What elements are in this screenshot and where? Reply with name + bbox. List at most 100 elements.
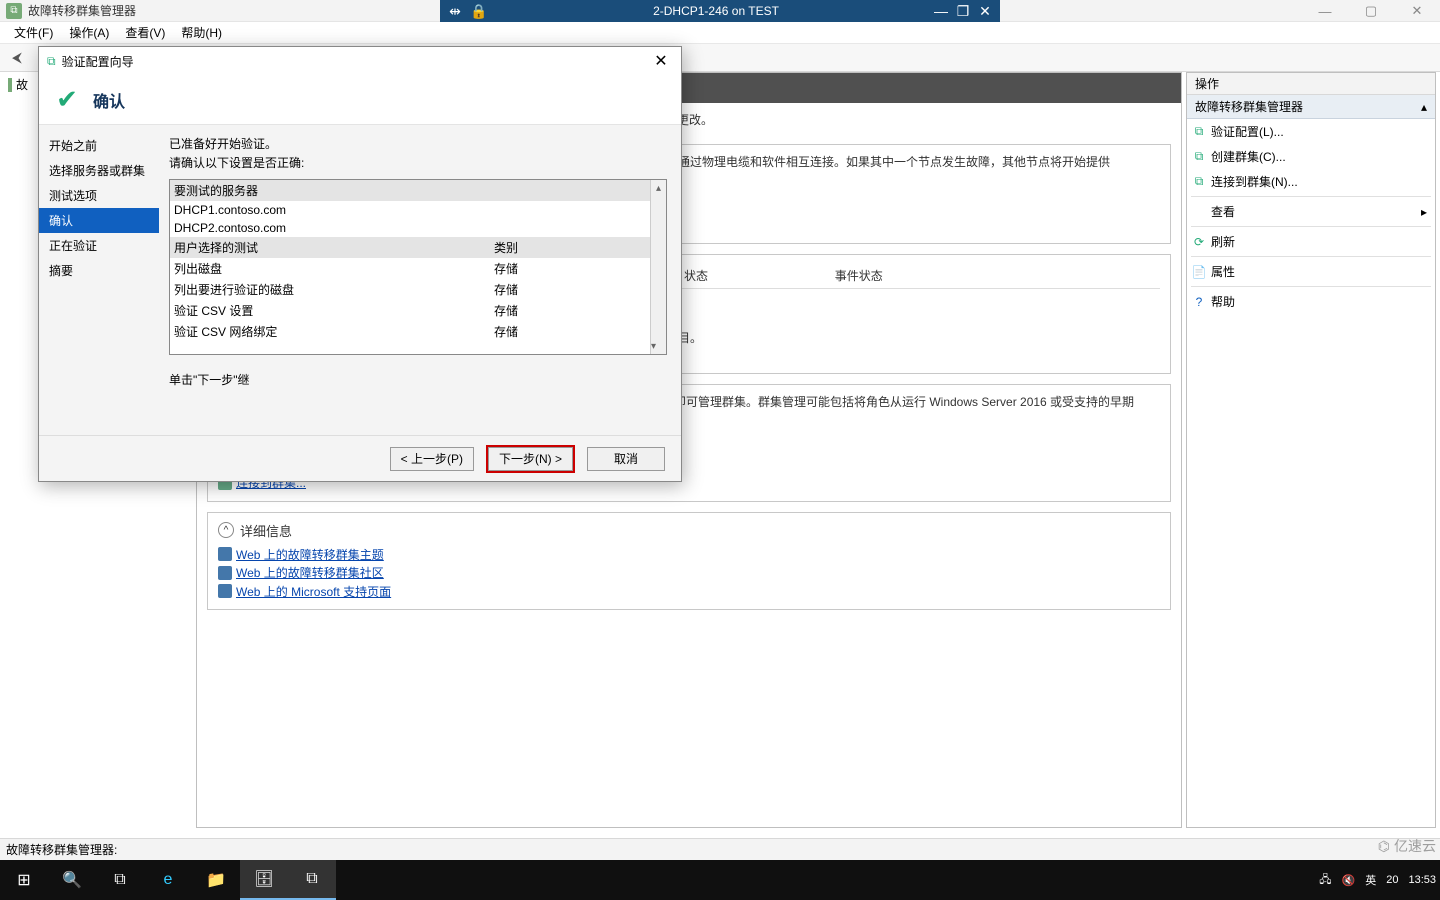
test-row: 列出要进行验证的磁盘存储 bbox=[170, 279, 650, 300]
wizard-nav: 开始之前 选择服务器或群集 测试选项 确认 正在验证 摘要 bbox=[39, 125, 159, 435]
col-event: 事件状态 bbox=[829, 263, 1080, 289]
ready-text-2: 请确认以下设置是否正确: bbox=[169, 154, 667, 171]
step-validating[interactable]: 正在验证 bbox=[39, 233, 159, 258]
menu-action[interactable]: 操作(A) bbox=[63, 22, 115, 43]
collapse-icon[interactable]: ^ bbox=[218, 522, 234, 538]
wizard-main: 已准备好开始验证。 请确认以下设置是否正确: 要测试的服务器 DHCP1.con… bbox=[159, 125, 681, 435]
back-button[interactable]: ⮜ bbox=[6, 47, 28, 69]
wizard-big-icon: ✔ bbox=[51, 84, 83, 116]
vm-titlebar: ⇹ 🔒 2-DHCP1-246 on TEST — ❐ ✕ bbox=[440, 0, 1000, 22]
create-action-icon: ⧉ bbox=[1191, 149, 1207, 165]
action-help[interactable]: ?帮助 bbox=[1187, 289, 1435, 314]
wizard-dialog: ⧉ 验证配置向导 ✕ ✔ 确认 开始之前 选择服务器或群集 测试选项 确认 正在… bbox=[38, 46, 682, 482]
watermark-icon: ⌬ bbox=[1378, 838, 1390, 855]
action-refresh[interactable]: ⟳刷新 bbox=[1187, 229, 1435, 254]
server-row-1: DHCP1.contoso.com bbox=[174, 203, 494, 217]
system-tray: 🖧 🔇 英 20 13:53 bbox=[1319, 860, 1436, 900]
menu-help[interactable]: 帮助(H) bbox=[175, 22, 228, 43]
step-before[interactable]: 开始之前 bbox=[39, 133, 159, 158]
submenu-arrow-icon: ▸ bbox=[1421, 205, 1427, 219]
ie-button[interactable]: e bbox=[144, 860, 192, 900]
test-row: 验证 CSV 网络绑定存储 bbox=[170, 321, 650, 342]
menubar: 文件(F) 操作(A) 查看(V) 帮助(H) bbox=[0, 22, 1440, 44]
vm-title: 2-DHCP1-246 on TEST bbox=[498, 4, 934, 18]
server-manager-button[interactable]: 🗄 bbox=[240, 860, 288, 900]
wizard-icon: ⧉ bbox=[47, 54, 56, 69]
vm-restore-icon[interactable]: ❐ bbox=[956, 4, 970, 18]
validate-action-icon: ⧉ bbox=[1191, 124, 1207, 140]
test-row: 验证 CSV 设置存储 bbox=[170, 300, 650, 321]
wizard-header: ✔ 确认 bbox=[39, 75, 681, 125]
step-summary[interactable]: 摘要 bbox=[39, 258, 159, 283]
web-icon bbox=[218, 547, 232, 561]
search-button[interactable]: 🔍 bbox=[48, 860, 96, 900]
step-select[interactable]: 选择服务器或群集 bbox=[39, 158, 159, 183]
start-button[interactable]: ⊞ bbox=[0, 860, 48, 900]
col-status: 状态 bbox=[678, 263, 829, 289]
servers-hdr: 要测试的服务器 bbox=[174, 182, 494, 199]
outer-maximize-button[interactable]: ▢ bbox=[1348, 0, 1394, 22]
wizard-close-button[interactable]: ✕ bbox=[649, 51, 673, 71]
menu-file[interactable]: 文件(F) bbox=[8, 22, 59, 43]
watermark: ⌬亿速云 bbox=[1378, 836, 1436, 856]
tray-network-icon[interactable]: 🖧 bbox=[1319, 871, 1331, 890]
lock-icon[interactable]: 🔒 bbox=[472, 4, 486, 18]
help-icon: ? bbox=[1191, 294, 1207, 310]
step-confirm[interactable]: 确认 bbox=[39, 208, 159, 233]
outer-close-button[interactable]: ✕ bbox=[1394, 0, 1440, 22]
vm-close-icon[interactable]: ✕ bbox=[978, 4, 992, 18]
wizard-title: 验证配置向导 bbox=[62, 53, 134, 70]
tests-col2: 类别 bbox=[494, 239, 646, 256]
cluster-icon: ⧉ bbox=[6, 3, 22, 19]
action-validate[interactable]: ⧉验证配置(L)... bbox=[1187, 119, 1435, 144]
tests-col1: 用户选择的测试 bbox=[174, 239, 494, 256]
menu-view[interactable]: 查看(V) bbox=[119, 22, 171, 43]
scroll-down-icon[interactable]: ▾ bbox=[651, 338, 656, 354]
listbox-scrollbar[interactable]: ▴ ▾ bbox=[650, 180, 666, 354]
web-icon bbox=[218, 584, 232, 598]
ime-label[interactable]: 英 bbox=[1365, 872, 1376, 888]
action-connect[interactable]: ⧉连接到群集(N)... bbox=[1187, 169, 1435, 194]
refresh-icon: ⟳ bbox=[1191, 234, 1207, 250]
outer-minimize-button[interactable]: — bbox=[1302, 0, 1348, 22]
wizard-titlebar: ⧉ 验证配置向导 ✕ bbox=[39, 47, 681, 75]
connect-action-icon: ⧉ bbox=[1191, 174, 1207, 190]
vm-minimize-icon[interactable]: — bbox=[934, 4, 948, 18]
mmc-title: 故障转移群集管理器 bbox=[28, 2, 136, 19]
props-icon: 📄 bbox=[1191, 264, 1207, 280]
pin-icon[interactable]: ⇹ bbox=[448, 4, 462, 18]
actions-group: 故障转移群集管理器▴ bbox=[1187, 95, 1435, 119]
statusbar: 故障转移群集管理器: bbox=[0, 838, 1440, 860]
cluster-tree-icon bbox=[8, 78, 12, 92]
prev-button[interactable]: < 上一步(P) bbox=[390, 447, 474, 471]
collapse-arrow-icon[interactable]: ▴ bbox=[1421, 100, 1427, 114]
clock[interactable]: 13:53 bbox=[1408, 874, 1436, 886]
action-create[interactable]: ⧉创建群集(C)... bbox=[1187, 144, 1435, 169]
tree-panel: 故 bbox=[8, 76, 28, 93]
action-view[interactable]: 查看▸ bbox=[1187, 199, 1435, 224]
web-icon bbox=[218, 566, 232, 580]
link-web-support[interactable]: Web 上的 Microsoft 支持页面 bbox=[218, 583, 391, 600]
details-panel: ^ 详细信息 Web 上的故障转移群集主题 Web 上的故障转移群集社区 Web … bbox=[207, 512, 1171, 611]
next-button[interactable]: 下一步(N) > bbox=[488, 447, 573, 471]
wizard-buttons: < 上一步(P) 下一步(N) > 取消 bbox=[39, 435, 681, 481]
actions-pane: 操作 故障转移群集管理器▴ ⧉验证配置(L)... ⧉创建群集(C)... ⧉连… bbox=[1186, 72, 1436, 828]
outer-window-controls: — ▢ ✕ bbox=[1302, 0, 1440, 22]
step-tests[interactable]: 测试选项 bbox=[39, 183, 159, 208]
server-row-2: DHCP2.contoso.com bbox=[174, 221, 494, 235]
cluster-manager-button[interactable]: ⧉ bbox=[288, 860, 336, 900]
tree-node-label[interactable]: 故 bbox=[16, 76, 28, 93]
action-props[interactable]: 📄属性 bbox=[1187, 259, 1435, 284]
explorer-button[interactable]: 📁 bbox=[192, 860, 240, 900]
tray-volume-icon[interactable]: 🔇 bbox=[1342, 874, 1356, 887]
wizard-hint: 单击"下一步"继 bbox=[169, 371, 667, 388]
test-row: 列出磁盘存储 bbox=[170, 258, 650, 279]
link-web-topics[interactable]: Web 上的故障转移群集主题 bbox=[218, 546, 384, 563]
wizard-step-title: 确认 bbox=[93, 88, 125, 112]
details-header: 详细信息 bbox=[240, 521, 292, 540]
cancel-button[interactable]: 取消 bbox=[587, 447, 665, 471]
taskview-button[interactable]: ⧉ bbox=[96, 860, 144, 900]
taskbar: ⊞ 🔍 ⧉ e 📁 🗄 ⧉ 🖧 🔇 英 20 13:53 bbox=[0, 860, 1440, 900]
link-web-community[interactable]: Web 上的故障转移群集社区 bbox=[218, 564, 384, 581]
scroll-up-icon[interactable]: ▴ bbox=[651, 180, 666, 196]
